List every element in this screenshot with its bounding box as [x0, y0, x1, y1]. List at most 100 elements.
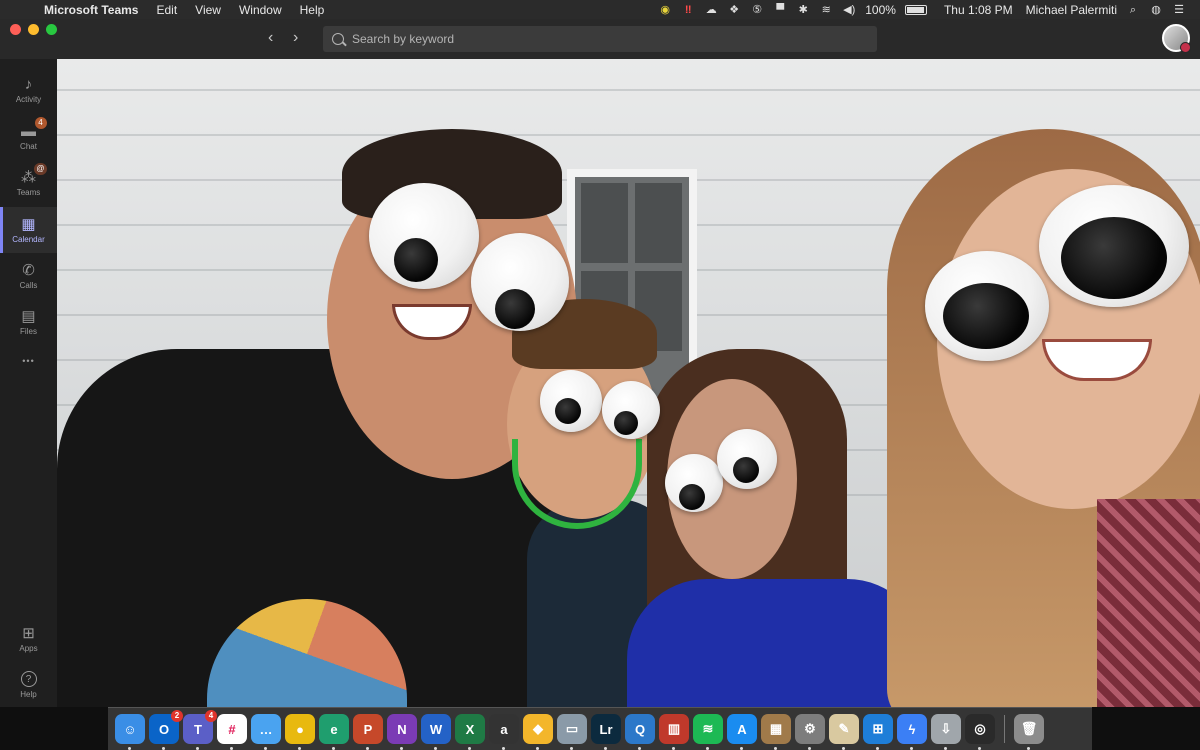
dock-glyph: ≋ — [702, 721, 714, 736]
search-icon[interactable]: ⌕ — [1126, 4, 1140, 16]
dock-windows-vm-icon[interactable]: ⊞ — [863, 714, 893, 750]
app-rail: ♪ Activity ▬ 4 Chat ⁂ @ Teams ▦ Calendar ✆… — [0, 59, 57, 707]
menu-window[interactable]: Window — [230, 3, 291, 17]
battery-icon[interactable] — [904, 4, 927, 15]
dock-glyph: ⊞ — [872, 721, 884, 736]
rail-item-activity[interactable]: ♪ Activity — [0, 67, 57, 113]
rail-label: Files — [20, 327, 37, 336]
dock-glyph: ▭ — [565, 721, 579, 736]
dock-quicktime-icon[interactable]: Q — [625, 714, 655, 750]
dock-glyph: ⇩ — [940, 721, 952, 736]
dock-glyph: ☺ — [123, 721, 137, 737]
dock: ☺ O 2 T 4 #… ● e P N W Xa ◆ ▭ Lr Q ▥ ≋ A ▦ ⚙ ✎ ⊞ ϟ ⇩ ◎ 🗑 — [108, 707, 1092, 750]
rail-item-help[interactable]: ? Help — [0, 662, 57, 708]
status-alert-icon[interactable]: ‼ — [681, 4, 695, 16]
menu-help[interactable]: Help — [291, 3, 334, 17]
dock-glyph: ◎ — [974, 721, 986, 736]
volume-icon[interactable]: ◀) — [842, 4, 856, 16]
dock-archive-utility-icon[interactable]: ▦ — [761, 714, 791, 750]
dock-messenger-icon[interactable]: ϟ — [897, 714, 927, 750]
creative-cloud-icon[interactable]: ☁ — [704, 4, 718, 16]
dock-glyph: ▦ — [769, 721, 783, 736]
dock-outlook-icon[interactable]: O2 — [149, 710, 183, 750]
file-icon: ▤ — [21, 308, 36, 325]
wifi-icon[interactable]: ≋ — [819, 4, 833, 16]
dock-teams-icon[interactable]: T4 — [183, 710, 217, 750]
dock-alfred-icon[interactable]: a — [489, 714, 519, 750]
rail-item-chat[interactable]: ▬ 4 Chat — [0, 114, 57, 160]
close-button[interactable] — [10, 24, 21, 35]
googly-eye — [665, 454, 723, 512]
dock-finder-icon[interactable]: ☺ — [115, 714, 145, 750]
dock-separator — [1004, 715, 1005, 743]
rail-item-teams[interactable]: ⁂ @ Teams — [0, 160, 57, 206]
dock-word-icon[interactable]: W — [421, 714, 451, 750]
dock-slack-icon[interactable]: # — [217, 714, 247, 750]
dock-glyph: Q — [634, 721, 646, 737]
menu-view[interactable]: View — [186, 3, 230, 17]
dock-glyph: X — [465, 721, 475, 737]
googly-eye — [540, 370, 602, 432]
photo-content — [57, 59, 1200, 707]
menu-extra-icon[interactable]: ▀ — [773, 4, 787, 16]
dock-glyph: ϟ — [908, 721, 916, 737]
search-placeholder: Search by keyword — [352, 32, 455, 46]
dock-preview-icon[interactable]: ▭ — [557, 714, 587, 750]
more-apps-button[interactable]: ••• — [0, 339, 57, 385]
forward-arrow-icon[interactable]: › — [293, 30, 298, 46]
chat-icon: ▬ 4 — [20, 117, 47, 140]
menu-edit[interactable]: Edit — [147, 3, 186, 17]
dock-script-editor-icon[interactable]: ✎ — [829, 714, 859, 750]
dock-lightroom-icon[interactable]: Lr — [591, 714, 621, 750]
dock-onenote-icon[interactable]: N — [387, 714, 417, 750]
notification-center-icon[interactable]: ☰ — [1172, 4, 1186, 16]
rail-label: Calendar — [12, 235, 45, 244]
dock-glyph: P — [363, 721, 373, 737]
dock-edge-dev-icon[interactable]: e — [319, 714, 349, 750]
back-arrow-icon[interactable]: ‹ — [268, 30, 273, 46]
dock-glyph: ◆ — [533, 721, 543, 736]
rail-item-calendar[interactable]: ▦ Calendar — [0, 207, 57, 253]
rail-item-calls[interactable]: ✆ Calls — [0, 253, 57, 299]
chat-badge: 4 — [34, 117, 47, 129]
rail-label: Chat — [20, 142, 37, 151]
clock[interactable]: Thu 1:08 PM — [944, 3, 1013, 17]
dock-app-store-icon[interactable]: A — [727, 714, 757, 750]
siri-icon[interactable]: ◍ — [1149, 4, 1163, 16]
rail-label: Teams — [16, 188, 41, 197]
dock-glyph: A — [737, 721, 747, 737]
rail-item-apps[interactable]: ⊞ Apps — [0, 616, 57, 662]
dock-spotify-icon[interactable]: ≋ — [693, 714, 723, 750]
bluetooth-icon[interactable]: ✱ — [796, 4, 810, 16]
maximize-button[interactable] — [46, 24, 57, 35]
dropbox-icon[interactable]: ❖ — [727, 4, 741, 16]
status-app-icon[interactable]: ◉ — [658, 4, 672, 16]
dock-badge: 4 — [205, 710, 217, 722]
minimize-button[interactable] — [28, 24, 39, 35]
istat-icon[interactable]: ⑤ — [750, 4, 764, 16]
dock-chrome-icon[interactable]: ● — [285, 714, 315, 750]
googly-eye — [369, 183, 479, 289]
window-controls — [10, 24, 57, 35]
dock-sketch-icon[interactable]: ◆ — [523, 714, 553, 750]
search-input[interactable]: Search by keyword — [323, 26, 877, 52]
googly-eye — [602, 381, 660, 439]
user-name[interactable]: Michael Palermiti — [1026, 3, 1117, 17]
dock-excel-icon[interactable]: X — [455, 714, 485, 750]
dock-glyph: O — [158, 721, 170, 737]
dock-app-other-icon[interactable]: ◎ — [965, 714, 995, 750]
dock-messages-icon[interactable]: … — [251, 714, 281, 750]
dock-trash-icon[interactable]: 🗑 — [1014, 714, 1044, 750]
teams-title-bar: ‹ › Search by keyword — [0, 19, 1200, 59]
menu-app-name[interactable]: Microsoft Teams — [34, 3, 147, 17]
avatar[interactable] — [1162, 24, 1191, 53]
dock-powerpoint-icon[interactable]: P — [353, 714, 383, 750]
teams-badge: @ — [34, 163, 47, 175]
dock-system-preferences-icon[interactable]: ⚙ — [795, 714, 825, 750]
more-icon: ••• — [22, 355, 35, 366]
dock-parallels-icon[interactable]: ▥ — [659, 714, 689, 750]
search-icon — [332, 33, 344, 45]
googly-eye — [717, 429, 777, 489]
calendar-icon: ▦ — [21, 216, 36, 233]
dock-downloads-icon[interactable]: ⇩ — [931, 714, 961, 750]
